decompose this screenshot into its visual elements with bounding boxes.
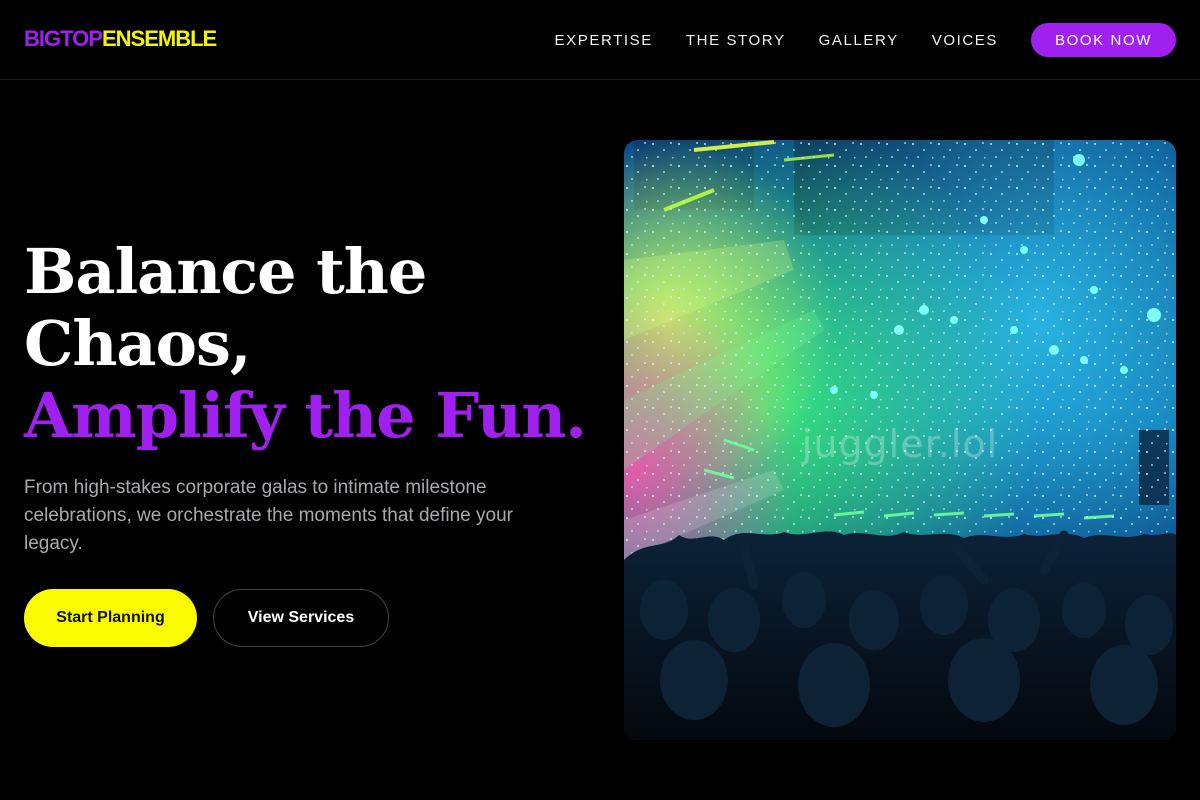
hero-title: Balance the Chaos, Amplify the Fun.	[24, 235, 587, 452]
book-now-button[interactable]: BOOK NOW	[1031, 23, 1176, 57]
nav-link-the-story[interactable]: THE STORY	[686, 32, 786, 49]
nav-links: EXPERTISE THE STORY GALLERY VOICES BOOK …	[555, 23, 1176, 57]
navbar: BIGTOPENSEMBLE EXPERTISE THE STORY GALLE…	[0, 0, 1200, 80]
hero-subtitle: From high-stakes corporate galas to inti…	[24, 477, 513, 554]
hero-concert-image: juggler.lol	[624, 140, 1176, 740]
nav-link-voices[interactable]: VOICES	[932, 32, 998, 49]
brand-logo-part1: BIGTOP	[24, 26, 103, 51]
nav-link-expertise[interactable]: EXPERTISE	[555, 32, 653, 49]
brand-logo-part2: ENSEMBLE	[101, 26, 217, 51]
hero-title-accent: Amplify the Fun.	[24, 379, 587, 452]
start-planning-button[interactable]: Start Planning	[24, 589, 197, 647]
hero-title-line1: Balance the	[24, 235, 427, 308]
brand-logo[interactable]: BIGTOPENSEMBLE	[24, 26, 217, 52]
nav-link-gallery[interactable]: GALLERY	[819, 32, 899, 49]
view-services-button[interactable]: View Services	[213, 589, 389, 647]
hero-title-line2: Chaos,	[24, 307, 251, 380]
